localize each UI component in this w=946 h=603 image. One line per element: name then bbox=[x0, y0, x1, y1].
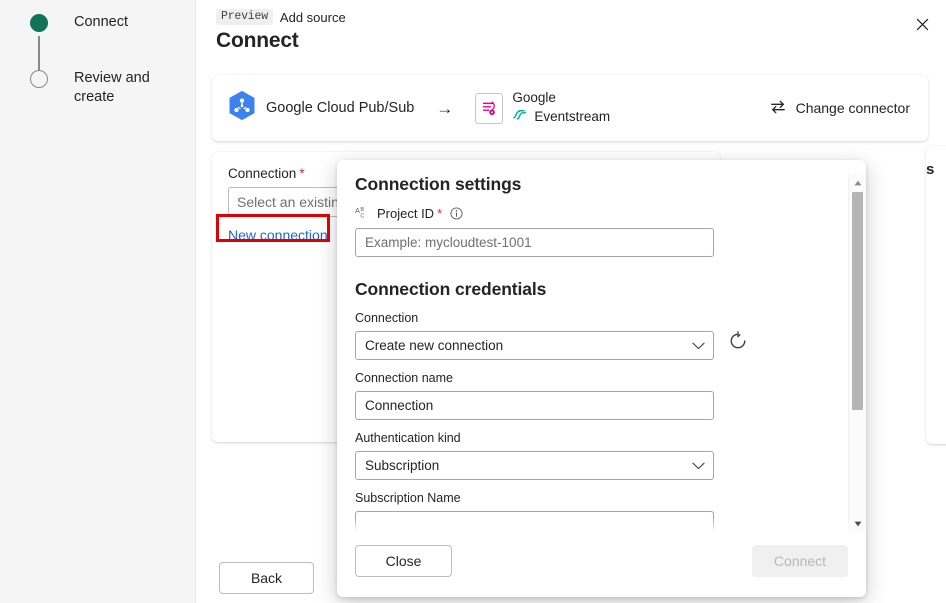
info-icon[interactable] bbox=[450, 207, 463, 220]
connection-settings-dialog-body: Connection settings A B C Project ID* bbox=[337, 160, 866, 532]
project-id-label: Project ID bbox=[377, 206, 434, 221]
new-connection-link[interactable]: New connection bbox=[228, 227, 328, 243]
back-button[interactable]: Back bbox=[219, 562, 314, 594]
authentication-kind-label: Authentication kind bbox=[355, 431, 836, 445]
authentication-kind-value: Subscription bbox=[365, 458, 439, 473]
svg-text:A: A bbox=[355, 208, 360, 215]
step-dot-connect bbox=[30, 14, 48, 32]
destination-line1: Google bbox=[512, 90, 610, 106]
connection-settings-dialog: Connection settings A B C Project ID* bbox=[337, 160, 866, 597]
wizard-step-connect[interactable]: Connect bbox=[30, 14, 184, 32]
connection-name-input[interactable]: Connection bbox=[355, 391, 714, 420]
wizard-stepper-rail: Connect Review and create bbox=[0, 0, 196, 603]
abc-text-type-icon: A B C bbox=[355, 205, 371, 222]
chevron-down-icon bbox=[692, 341, 705, 350]
project-id-input[interactable]: Example: mycloudtest-1001 bbox=[355, 228, 714, 257]
destination-connector-text: Google Eventstream bbox=[512, 90, 610, 127]
change-connector-button[interactable]: Change connector bbox=[769, 99, 914, 118]
wizard-step-review-and-create-label: Review and create bbox=[74, 69, 184, 107]
change-connector-label: Change connector bbox=[796, 100, 910, 116]
destination-line2: Eventstream bbox=[534, 108, 610, 126]
project-id-required-mark: * bbox=[437, 206, 442, 221]
wizard-step-review-and-create[interactable]: Review and create bbox=[30, 70, 184, 107]
google-cloud-pubsub-icon bbox=[228, 90, 256, 126]
dialog-close-button[interactable]: Close bbox=[355, 545, 452, 577]
connection-credentials-heading: Connection credentials bbox=[355, 279, 836, 300]
project-id-label-row: A B C Project ID* bbox=[355, 205, 836, 222]
source-connector: Google Cloud Pub/Sub bbox=[228, 90, 414, 126]
credentials-connection-label: Connection bbox=[355, 311, 836, 325]
step-dot-review-and-create bbox=[30, 70, 48, 88]
refresh-icon[interactable] bbox=[725, 328, 751, 354]
project-id-input-placeholder: Example: mycloudtest-1001 bbox=[365, 235, 532, 250]
connection-name-label: Connection name bbox=[355, 371, 836, 385]
close-icon[interactable] bbox=[906, 8, 938, 40]
credentials-connection-value: Create new connection bbox=[365, 338, 503, 353]
chevron-down-icon bbox=[692, 461, 705, 470]
dialog-footer: Close Connect bbox=[337, 531, 866, 597]
eventstream-wave-icon bbox=[512, 108, 528, 127]
scroll-down-arrow-icon[interactable] bbox=[849, 515, 866, 532]
destination-connector: Google Eventstream bbox=[475, 90, 610, 127]
connector-summary-card: Google Cloud Pub/Sub → Google bbox=[212, 75, 928, 141]
connection-name-value: Connection bbox=[365, 398, 433, 413]
flow-arrow-icon: → bbox=[436, 100, 453, 117]
dialog-scrollbar[interactable] bbox=[848, 174, 866, 532]
breadcrumb: Preview Add source bbox=[216, 9, 346, 25]
app-window: Connect Review and create Preview Add so… bbox=[0, 0, 946, 603]
scrollbar-thumb[interactable] bbox=[852, 192, 863, 410]
credentials-connection-row: Create new connection bbox=[355, 325, 836, 360]
credentials-connection-select[interactable]: Create new connection bbox=[355, 331, 714, 360]
source-connector-name: Google Cloud Pub/Sub bbox=[266, 100, 414, 116]
destination-line2-row: Eventstream bbox=[512, 108, 610, 127]
connection-required-mark: * bbox=[299, 166, 304, 181]
dialog-connect-button: Connect bbox=[752, 545, 848, 577]
right-info-card: s bbox=[926, 146, 946, 444]
preview-badge: Preview bbox=[216, 9, 273, 25]
connection-settings-heading: Connection settings bbox=[355, 174, 836, 195]
scroll-up-arrow-icon[interactable] bbox=[849, 174, 866, 191]
breadcrumb-label: Add source bbox=[280, 10, 346, 25]
subscription-name-label: Subscription Name bbox=[355, 491, 836, 505]
wizard-step-connect-label: Connect bbox=[74, 13, 184, 32]
scroll-fade-overlay bbox=[337, 518, 849, 532]
svg-text:B: B bbox=[360, 207, 364, 213]
stepper-connector-line bbox=[38, 36, 40, 70]
page-title: Connect bbox=[216, 29, 299, 53]
authentication-kind-select[interactable]: Subscription bbox=[355, 451, 714, 480]
swap-arrows-icon bbox=[769, 99, 787, 118]
connection-field-label: Connection bbox=[228, 166, 296, 181]
right-info-card-title: s bbox=[926, 161, 934, 178]
svg-text:C: C bbox=[360, 213, 364, 219]
eventstream-icon bbox=[475, 93, 503, 124]
